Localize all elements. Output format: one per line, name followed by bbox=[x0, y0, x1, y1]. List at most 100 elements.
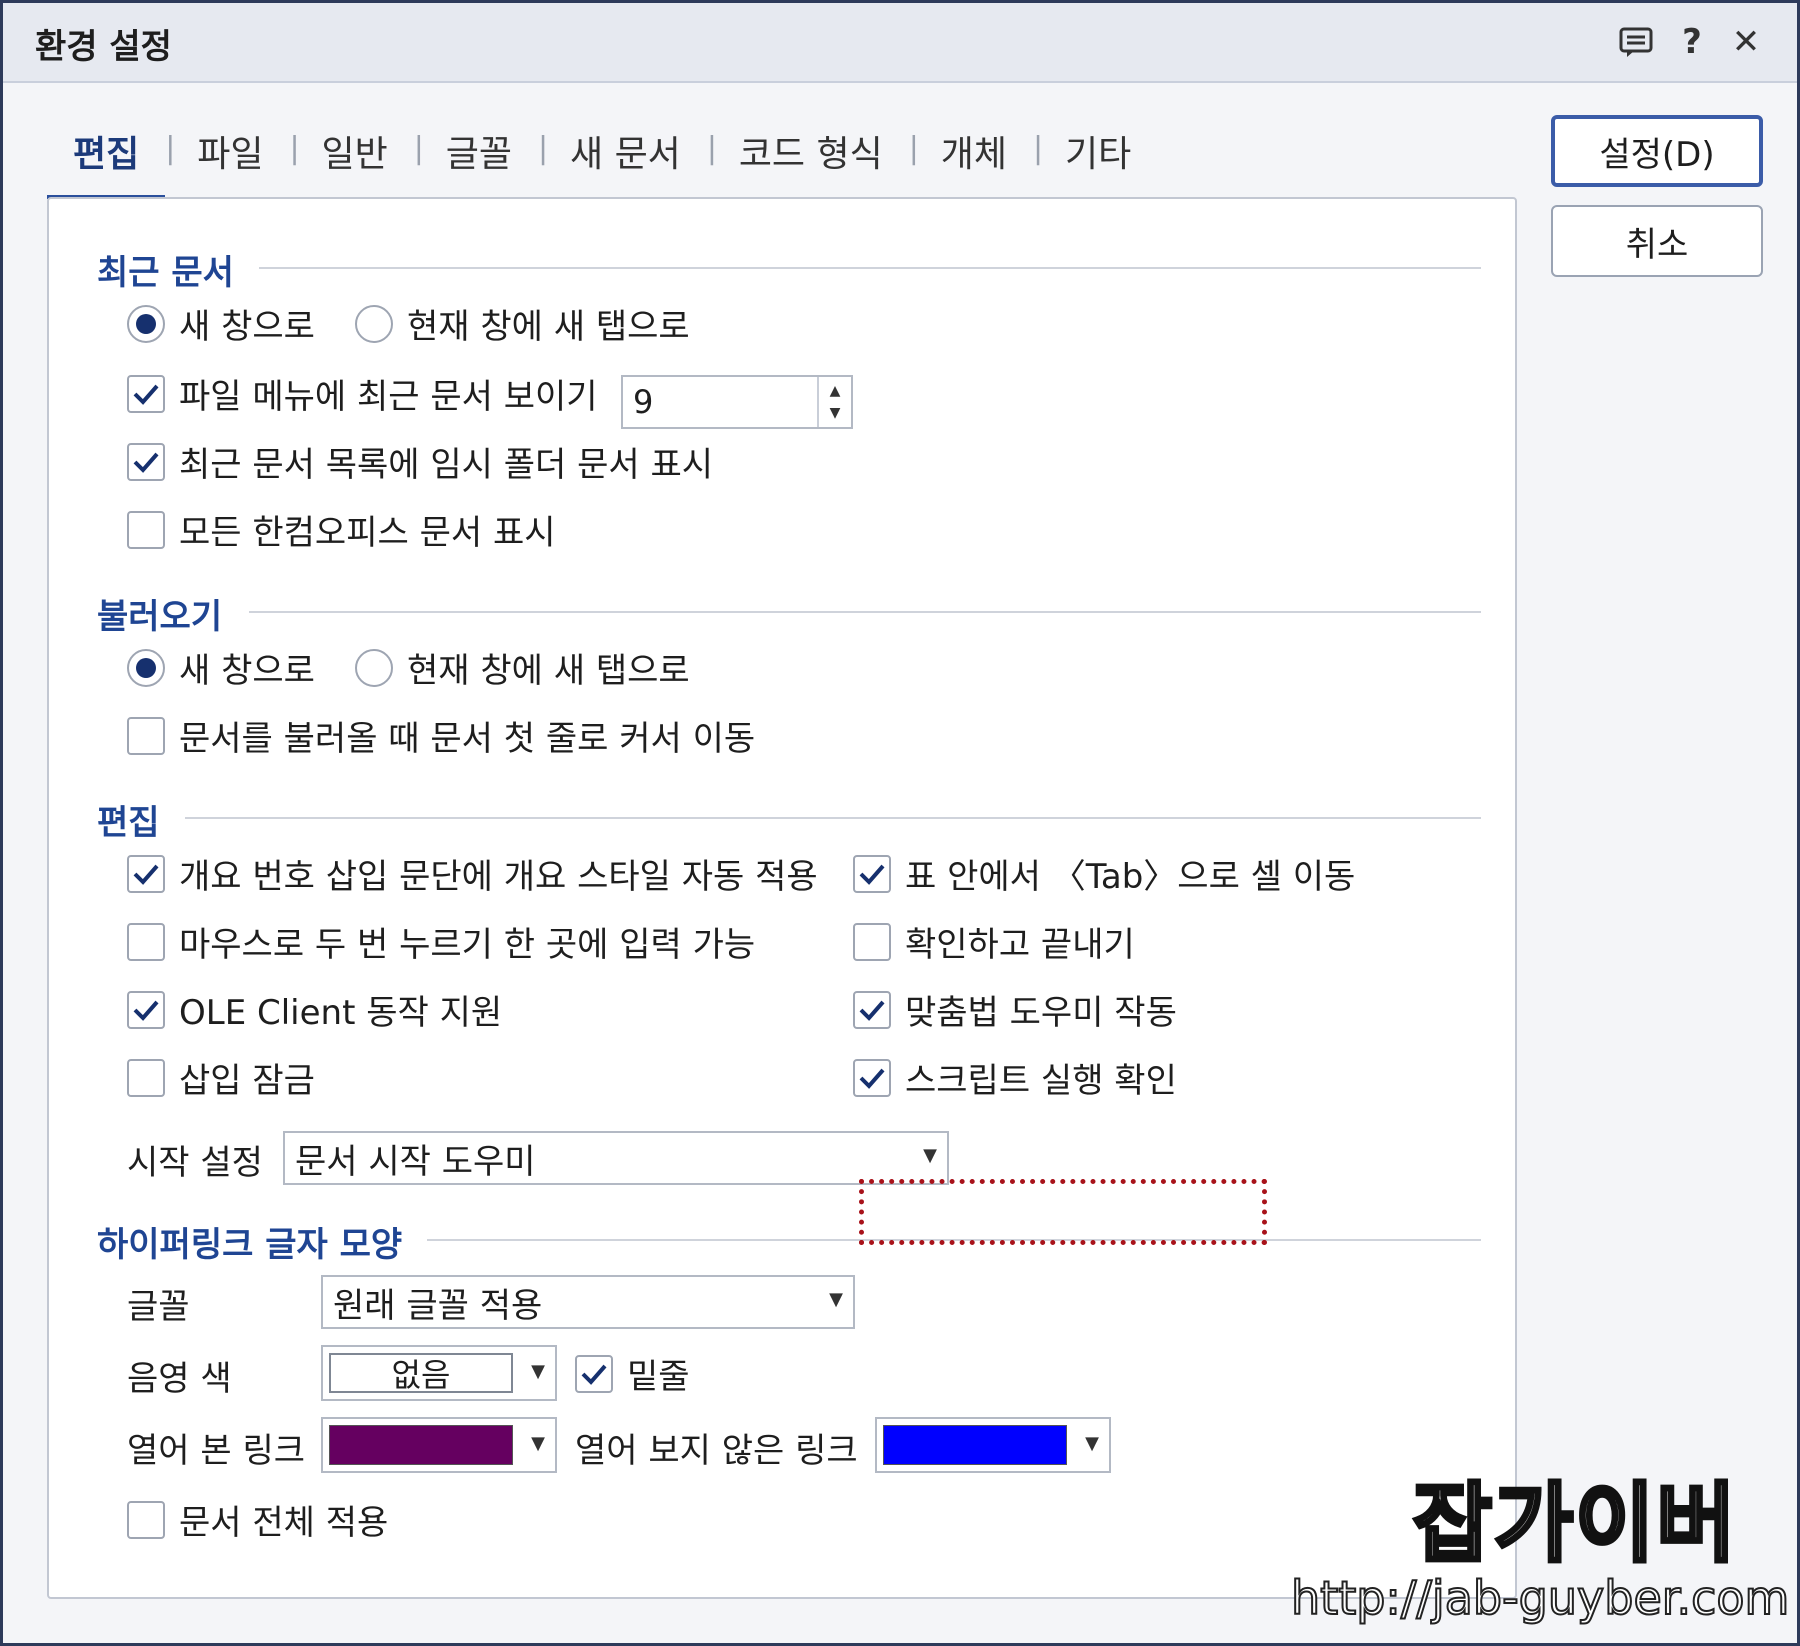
checkbox[interactable] bbox=[127, 922, 165, 961]
hyperlink-visited-label: 열어 본 링크 bbox=[127, 1431, 306, 1471]
edit-tab-panel: 최근 문서 새 창으로 현재 창에 새 탭으로 파일 메뉴에 최근 문서 보이기… bbox=[47, 197, 1517, 1599]
option-label: 마우스로 두 번 누르기 한 곳에 입력 가능 bbox=[179, 925, 756, 965]
visited-color-swatch bbox=[329, 1425, 513, 1465]
edit-script-confirm[interactable]: 스크립트 실행 확인 bbox=[853, 1053, 1177, 1102]
checkbox[interactable] bbox=[575, 1354, 613, 1393]
start-setting-label: 시작 설정 bbox=[127, 1143, 263, 1183]
ok-button[interactable]: 설정(D) bbox=[1551, 115, 1763, 187]
chevron-down-icon: ▼ bbox=[923, 1145, 937, 1166]
checkbox[interactable] bbox=[127, 442, 165, 481]
option-label: 최근 문서 목록에 임시 폴더 문서 표시 bbox=[179, 445, 714, 485]
checkbox[interactable] bbox=[853, 922, 891, 961]
checkbox[interactable] bbox=[127, 510, 165, 549]
recent-radio-new-window[interactable]: 새 창으로 bbox=[127, 299, 315, 348]
comment-icon[interactable] bbox=[1615, 21, 1657, 63]
checkbox[interactable] bbox=[127, 1058, 165, 1097]
tab-edit[interactable]: 편집 bbox=[47, 115, 166, 199]
checkbox[interactable] bbox=[127, 1500, 165, 1539]
watermark-logo-text: 잡가이버 bbox=[1411, 1474, 1738, 1574]
dialog-title: 환경 설정 bbox=[35, 27, 172, 67]
option-label: 모든 한컴오피스 문서 표시 bbox=[179, 513, 556, 553]
help-icon[interactable]: ? bbox=[1671, 21, 1713, 63]
close-icon[interactable]: ✕ bbox=[1725, 21, 1767, 63]
tab-bar: 편집 | 파일 | 일반 | 글꼴 | 새 문서 | 코드 형식 | 개체 | … bbox=[47, 115, 1157, 199]
hyperlink-underline[interactable]: 밑줄 bbox=[575, 1349, 690, 1398]
radio-button[interactable] bbox=[127, 648, 165, 687]
option-label: 현재 창에 새 탭으로 bbox=[407, 307, 690, 347]
section-divider bbox=[249, 611, 1481, 613]
checkbox[interactable] bbox=[127, 374, 165, 413]
recent-show-in-file-menu[interactable]: 파일 메뉴에 최근 문서 보이기 bbox=[127, 369, 598, 418]
tab-object[interactable]: 개체 bbox=[915, 115, 1033, 199]
tab-file[interactable]: 파일 bbox=[171, 115, 289, 199]
option-label: 표 안에서 〈Tab〉으로 셀 이동 bbox=[905, 857, 1356, 897]
load-radio-new-tab[interactable]: 현재 창에 새 탭으로 bbox=[355, 643, 690, 692]
section-divider bbox=[259, 267, 1481, 269]
option-label: OLE Client 동작 지원 bbox=[179, 993, 503, 1033]
spin-down-icon[interactable]: ▼ bbox=[830, 402, 841, 424]
section-title-edit: 편집 bbox=[97, 803, 160, 843]
start-setting-dropdown[interactable]: 문서 시작 도우미 ▼ bbox=[283, 1131, 949, 1185]
checkbox[interactable] bbox=[127, 990, 165, 1029]
option-label: 새 창으로 bbox=[179, 307, 315, 347]
option-label: 파일 메뉴에 최근 문서 보이기 bbox=[179, 377, 598, 417]
chevron-down-icon: ▼ bbox=[531, 1361, 545, 1382]
hyperlink-font-label: 글꼴 bbox=[127, 1287, 190, 1327]
option-label: 확인하고 끝내기 bbox=[905, 925, 1135, 965]
title-bar: 환경 설정 ? ✕ bbox=[3, 3, 1797, 83]
spinner-value: 9 bbox=[633, 383, 654, 421]
edit-insert-lock[interactable]: 삽입 잠금 bbox=[127, 1053, 315, 1102]
tab-font[interactable]: 글꼴 bbox=[420, 115, 538, 199]
hyperlink-visited-color-dropdown[interactable]: ▼ bbox=[321, 1417, 557, 1473]
load-radio-new-window[interactable]: 새 창으로 bbox=[127, 643, 315, 692]
chevron-down-icon: ▼ bbox=[531, 1433, 545, 1454]
hyperlink-unvisited-label: 열어 보지 않은 링크 bbox=[575, 1431, 858, 1471]
dropdown-value: 원래 글꼴 적용 bbox=[333, 1285, 543, 1326]
settings-dialog: 환경 설정 ? ✕ 편집 | 파일 | 일반 | 글꼴 | 새 문서 | 코드 … bbox=[0, 0, 1800, 1646]
checkbox[interactable] bbox=[127, 854, 165, 893]
radio-button[interactable] bbox=[355, 304, 393, 343]
edit-confirm-exit[interactable]: 확인하고 끝내기 bbox=[853, 917, 1135, 966]
unvisited-color-swatch bbox=[883, 1425, 1067, 1465]
option-label: 문서 전체 적용 bbox=[179, 1503, 389, 1543]
recent-show-temp-folder[interactable]: 최근 문서 목록에 임시 폴더 문서 표시 bbox=[127, 437, 713, 486]
spinner-buttons[interactable]: ▲ ▼ bbox=[817, 377, 851, 427]
option-label: 밑줄 bbox=[627, 1357, 690, 1397]
recent-show-all-hancom[interactable]: 모든 한컴오피스 문서 표시 bbox=[127, 505, 556, 554]
hyperlink-shade-dropdown[interactable]: 없음 ▼ bbox=[321, 1345, 557, 1401]
hyperlink-shade-label: 음영 색 bbox=[127, 1359, 232, 1399]
tab-etc[interactable]: 기타 bbox=[1039, 115, 1157, 199]
recent-count-spinner[interactable]: 9 ▲ ▼ bbox=[621, 375, 853, 429]
tab-code-format[interactable]: 코드 형식 bbox=[713, 115, 909, 199]
section-title-hyperlink: 하이퍼링크 글자 모양 bbox=[97, 1225, 403, 1265]
watermark-url: http://jab-guyber.com bbox=[1290, 1571, 1790, 1625]
checkbox[interactable] bbox=[853, 1058, 891, 1097]
option-label: 새 창으로 bbox=[179, 651, 315, 691]
hyperlink-font-dropdown[interactable]: 원래 글꼴 적용 ▼ bbox=[321, 1275, 855, 1329]
option-label: 문서를 불러올 때 문서 첫 줄로 커서 이동 bbox=[179, 719, 756, 759]
recent-radio-new-tab[interactable]: 현재 창에 새 탭으로 bbox=[355, 299, 690, 348]
edit-tab-cell-move[interactable]: 표 안에서 〈Tab〉으로 셀 이동 bbox=[853, 849, 1355, 898]
radio-button[interactable] bbox=[127, 304, 165, 343]
checkbox[interactable] bbox=[127, 716, 165, 755]
hyperlink-apply-all[interactable]: 문서 전체 적용 bbox=[127, 1495, 388, 1544]
spin-up-icon[interactable]: ▲ bbox=[830, 380, 841, 402]
section-divider bbox=[185, 817, 1481, 819]
tab-general[interactable]: 일반 bbox=[296, 115, 414, 199]
checkbox[interactable] bbox=[853, 990, 891, 1029]
checkbox[interactable] bbox=[853, 854, 891, 893]
radio-button[interactable] bbox=[355, 648, 393, 687]
section-title-recent: 최근 문서 bbox=[97, 253, 234, 293]
chevron-down-icon: ▼ bbox=[829, 1289, 843, 1310]
tab-new-document[interactable]: 새 문서 bbox=[544, 115, 707, 199]
load-cursor-first-line[interactable]: 문서를 불러올 때 문서 첫 줄로 커서 이동 bbox=[127, 711, 755, 760]
section-title-load: 불러오기 bbox=[97, 597, 223, 637]
edit-spell-helper[interactable]: 맞춤법 도우미 작동 bbox=[853, 985, 1177, 1034]
edit-outline-style[interactable]: 개요 번호 삽입 문단에 개요 스타일 자동 적용 bbox=[127, 849, 818, 898]
chevron-down-icon: ▼ bbox=[1085, 1433, 1099, 1454]
edit-ole-client[interactable]: OLE Client 동작 지원 bbox=[127, 985, 502, 1034]
edit-double-click-input[interactable]: 마우스로 두 번 누르기 한 곳에 입력 가능 bbox=[127, 917, 755, 966]
hyperlink-unvisited-color-dropdown[interactable]: ▼ bbox=[875, 1417, 1111, 1473]
cancel-button[interactable]: 취소 bbox=[1551, 205, 1763, 277]
spell-helper-highlight-box bbox=[859, 1179, 1267, 1245]
